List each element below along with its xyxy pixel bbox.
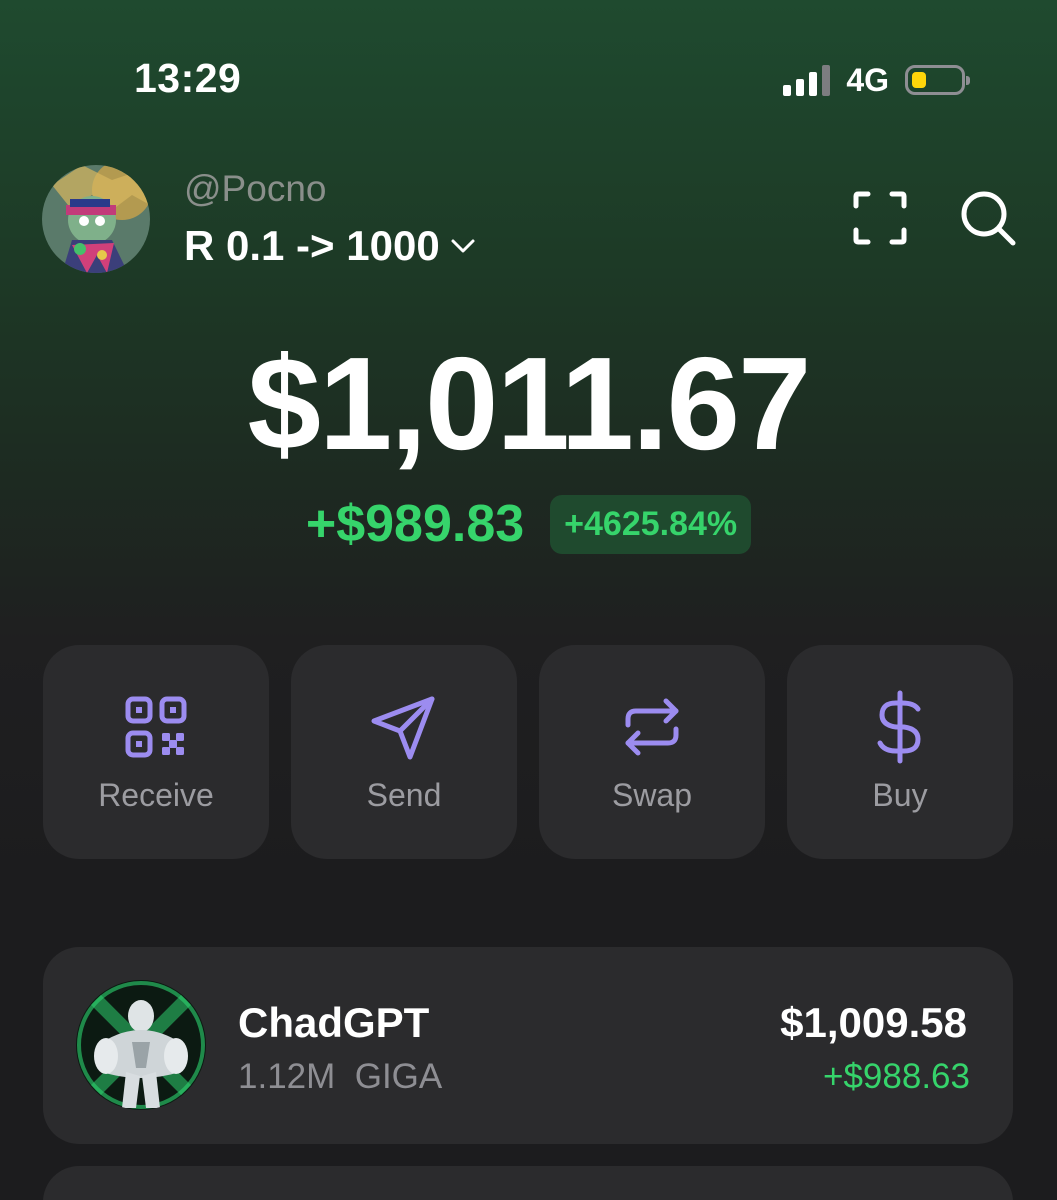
change-amount: +$989.83 (305, 495, 525, 553)
wallet-name: R 0.1 -> 1000 (184, 222, 440, 269)
buy-label: Buy (872, 777, 928, 813)
status-time: 13:29 (134, 55, 242, 101)
chevron-down-icon (451, 239, 475, 253)
balance-change: +$989.83 +4625.84% (0, 494, 1057, 554)
wallet-screen: 13:29 4G @Pocno R 0.1 -> 1000 $1,011.67 … (0, 0, 1057, 1200)
send-icon (371, 696, 435, 760)
send-label: Send (366, 777, 442, 813)
battery-icon (905, 65, 970, 95)
token-row[interactable]: ChadGPT 1.12M GIGA $1,009.58 +$988.63 (43, 947, 1013, 1144)
receive-button[interactable]: Receive (43, 645, 269, 859)
action-buttons: Receive Send Swap Buy (43, 645, 1013, 859)
token-amount: 1.12M GIGA (238, 1057, 443, 1096)
token-row[interactable] (43, 1166, 1013, 1200)
profile-avatar[interactable] (42, 165, 150, 273)
swap-label: Swap (611, 777, 693, 813)
change-percent-badge: +4625.84% (550, 494, 752, 554)
qr-code-icon (125, 696, 187, 758)
buy-button[interactable]: Buy (787, 645, 1013, 859)
dollar-icon (877, 690, 921, 764)
token-name: ChadGPT (238, 999, 430, 1046)
scan-icon[interactable] (850, 188, 910, 248)
signal-icon (783, 64, 831, 96)
send-button[interactable]: Send (291, 645, 517, 859)
swap-icon (625, 698, 679, 756)
token-pnl: +$988.63 (823, 1057, 970, 1096)
swap-button[interactable]: Swap (539, 645, 765, 859)
status-indicators: 4G (783, 60, 970, 100)
wallet-selector[interactable]: R 0.1 -> 1000 (184, 222, 476, 270)
total-balance: $1,011.67 (247, 330, 812, 477)
search-icon[interactable] (958, 188, 1018, 248)
username: @Pocno (184, 168, 327, 209)
token-avatar (76, 980, 206, 1110)
network-type: 4G (846, 61, 889, 98)
token-value: $1,009.58 (780, 999, 967, 1046)
receive-label: Receive (98, 777, 214, 813)
